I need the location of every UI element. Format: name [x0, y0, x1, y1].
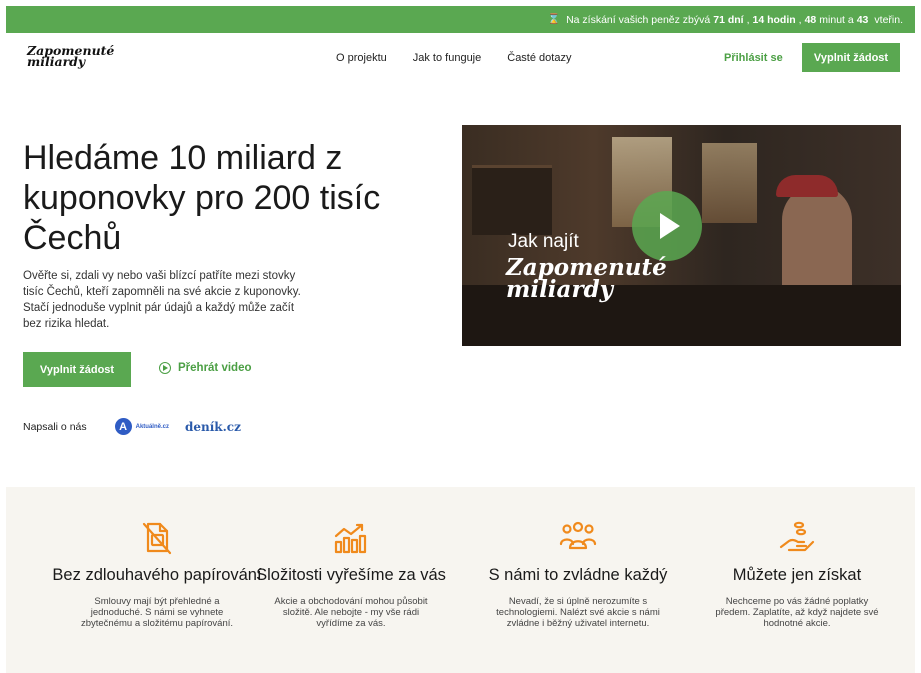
hero-description: Ověřte si, zdali vy nebo vaši blízcí pat…: [23, 270, 301, 330]
chart-growth-icon: [334, 523, 367, 554]
countdown-prefix: Na získání vašich peněz zbývá: [566, 13, 711, 26]
feature-title: S námi to zvládne každý: [488, 566, 668, 584]
feature-card: Můžete jen získat Nechceme po vás žádné …: [692, 487, 902, 629]
video-title-line: miliardy: [506, 276, 614, 303]
video-scene-cap: [776, 175, 838, 197]
video-scene-shelf: [472, 165, 552, 235]
people-group-icon: [559, 521, 597, 550]
play-video-label: Přehrát video: [178, 362, 252, 374]
nav-item-o-projektu[interactable]: O projektu: [336, 52, 387, 64]
play-circle-icon: [159, 362, 171, 374]
feature-title: Bez zdlouhavého papírování: [52, 566, 262, 584]
nav-item-jak-to-funguje[interactable]: Jak to funguje: [413, 52, 482, 64]
countdown-bar: ⌛ Na získání vašich peněz zbývá 71 dní, …: [6, 6, 915, 33]
login-link[interactable]: Přihlásit se: [724, 52, 783, 64]
video-play-icon[interactable]: [632, 191, 702, 261]
aktualne-logo-text: Aktuálně.cz: [135, 423, 169, 430]
play-video-link[interactable]: Přehrát video: [159, 362, 252, 374]
feature-text: Akcie a obchodování mohou působit složit…: [274, 596, 428, 629]
countdown-minutes-unit: minut a: [819, 13, 854, 26]
aktualne-logo[interactable]: A Aktuálně.cz: [114, 418, 169, 435]
countdown-days: 71 dní: [713, 13, 744, 26]
hero-apply-button[interactable]: Vyplnit žádost: [23, 352, 131, 387]
header-apply-button[interactable]: Vyplnit žádost: [802, 43, 900, 72]
countdown-seconds: 43: [856, 13, 869, 26]
video-player[interactable]: Jak najít Zapomenuté miliardy: [462, 125, 901, 346]
video-title-logo: Zapomenuté miliardy: [506, 256, 667, 303]
site-header: Zapomenuté miliardy O projektu Jak to fu…: [0, 40, 921, 80]
feature-title: Složitosti vyřešíme za vás: [256, 566, 446, 584]
countdown-minutes: 48: [804, 13, 817, 26]
main-nav: O projektu Jak to funguje Časté dotazy: [336, 52, 571, 64]
feature-text: Nevadí, že si úplně nerozumíte s technol…: [496, 596, 660, 629]
document-off-icon: [142, 522, 172, 555]
hero-title: Hledáme 10 miliard z kuponovky pro 200 t…: [23, 139, 381, 257]
features-section: Bez zdlouhavého papírování Smlouvy mají …: [6, 487, 915, 673]
video-title-line: Jak najít: [508, 231, 579, 252]
countdown-hours: 14 hodin: [752, 13, 796, 26]
countdown-separator: ,: [746, 13, 750, 26]
video-scene-person: [782, 185, 852, 295]
press-mentions: Napsali o nás A Aktuálně.cz deník.cz: [23, 418, 241, 435]
denik-logo[interactable]: deník.cz: [185, 420, 241, 434]
feature-text: Smlouvy mají být přehledné a jednoduché.…: [80, 596, 234, 629]
feature-title: Můžete jen získat: [732, 566, 862, 584]
site-logo[interactable]: Zapomenuté miliardy: [27, 44, 117, 68]
feature-card: Bez zdlouhavého papírování Smlouvy mají …: [52, 487, 262, 629]
feature-card: Složitosti vyřešíme za vás Akcie a obcho…: [246, 487, 456, 629]
feature-card: S námi to zvládne každý Nevadí, že si úp…: [473, 487, 683, 629]
countdown-separator: ,: [798, 13, 802, 26]
countdown-seconds-unit: vteřin.: [874, 13, 903, 26]
video-scene-window: [702, 143, 757, 223]
hourglass-icon: ⌛: [547, 14, 561, 25]
press-label: Napsali o nás: [23, 420, 87, 433]
hand-coins-icon: [779, 521, 815, 552]
aktualne-badge-icon: A: [114, 418, 132, 435]
feature-text: Nechceme po vás žádné poplatky předem. Z…: [715, 596, 879, 629]
nav-item-caste-dotazy[interactable]: Časté dotazy: [507, 52, 571, 64]
